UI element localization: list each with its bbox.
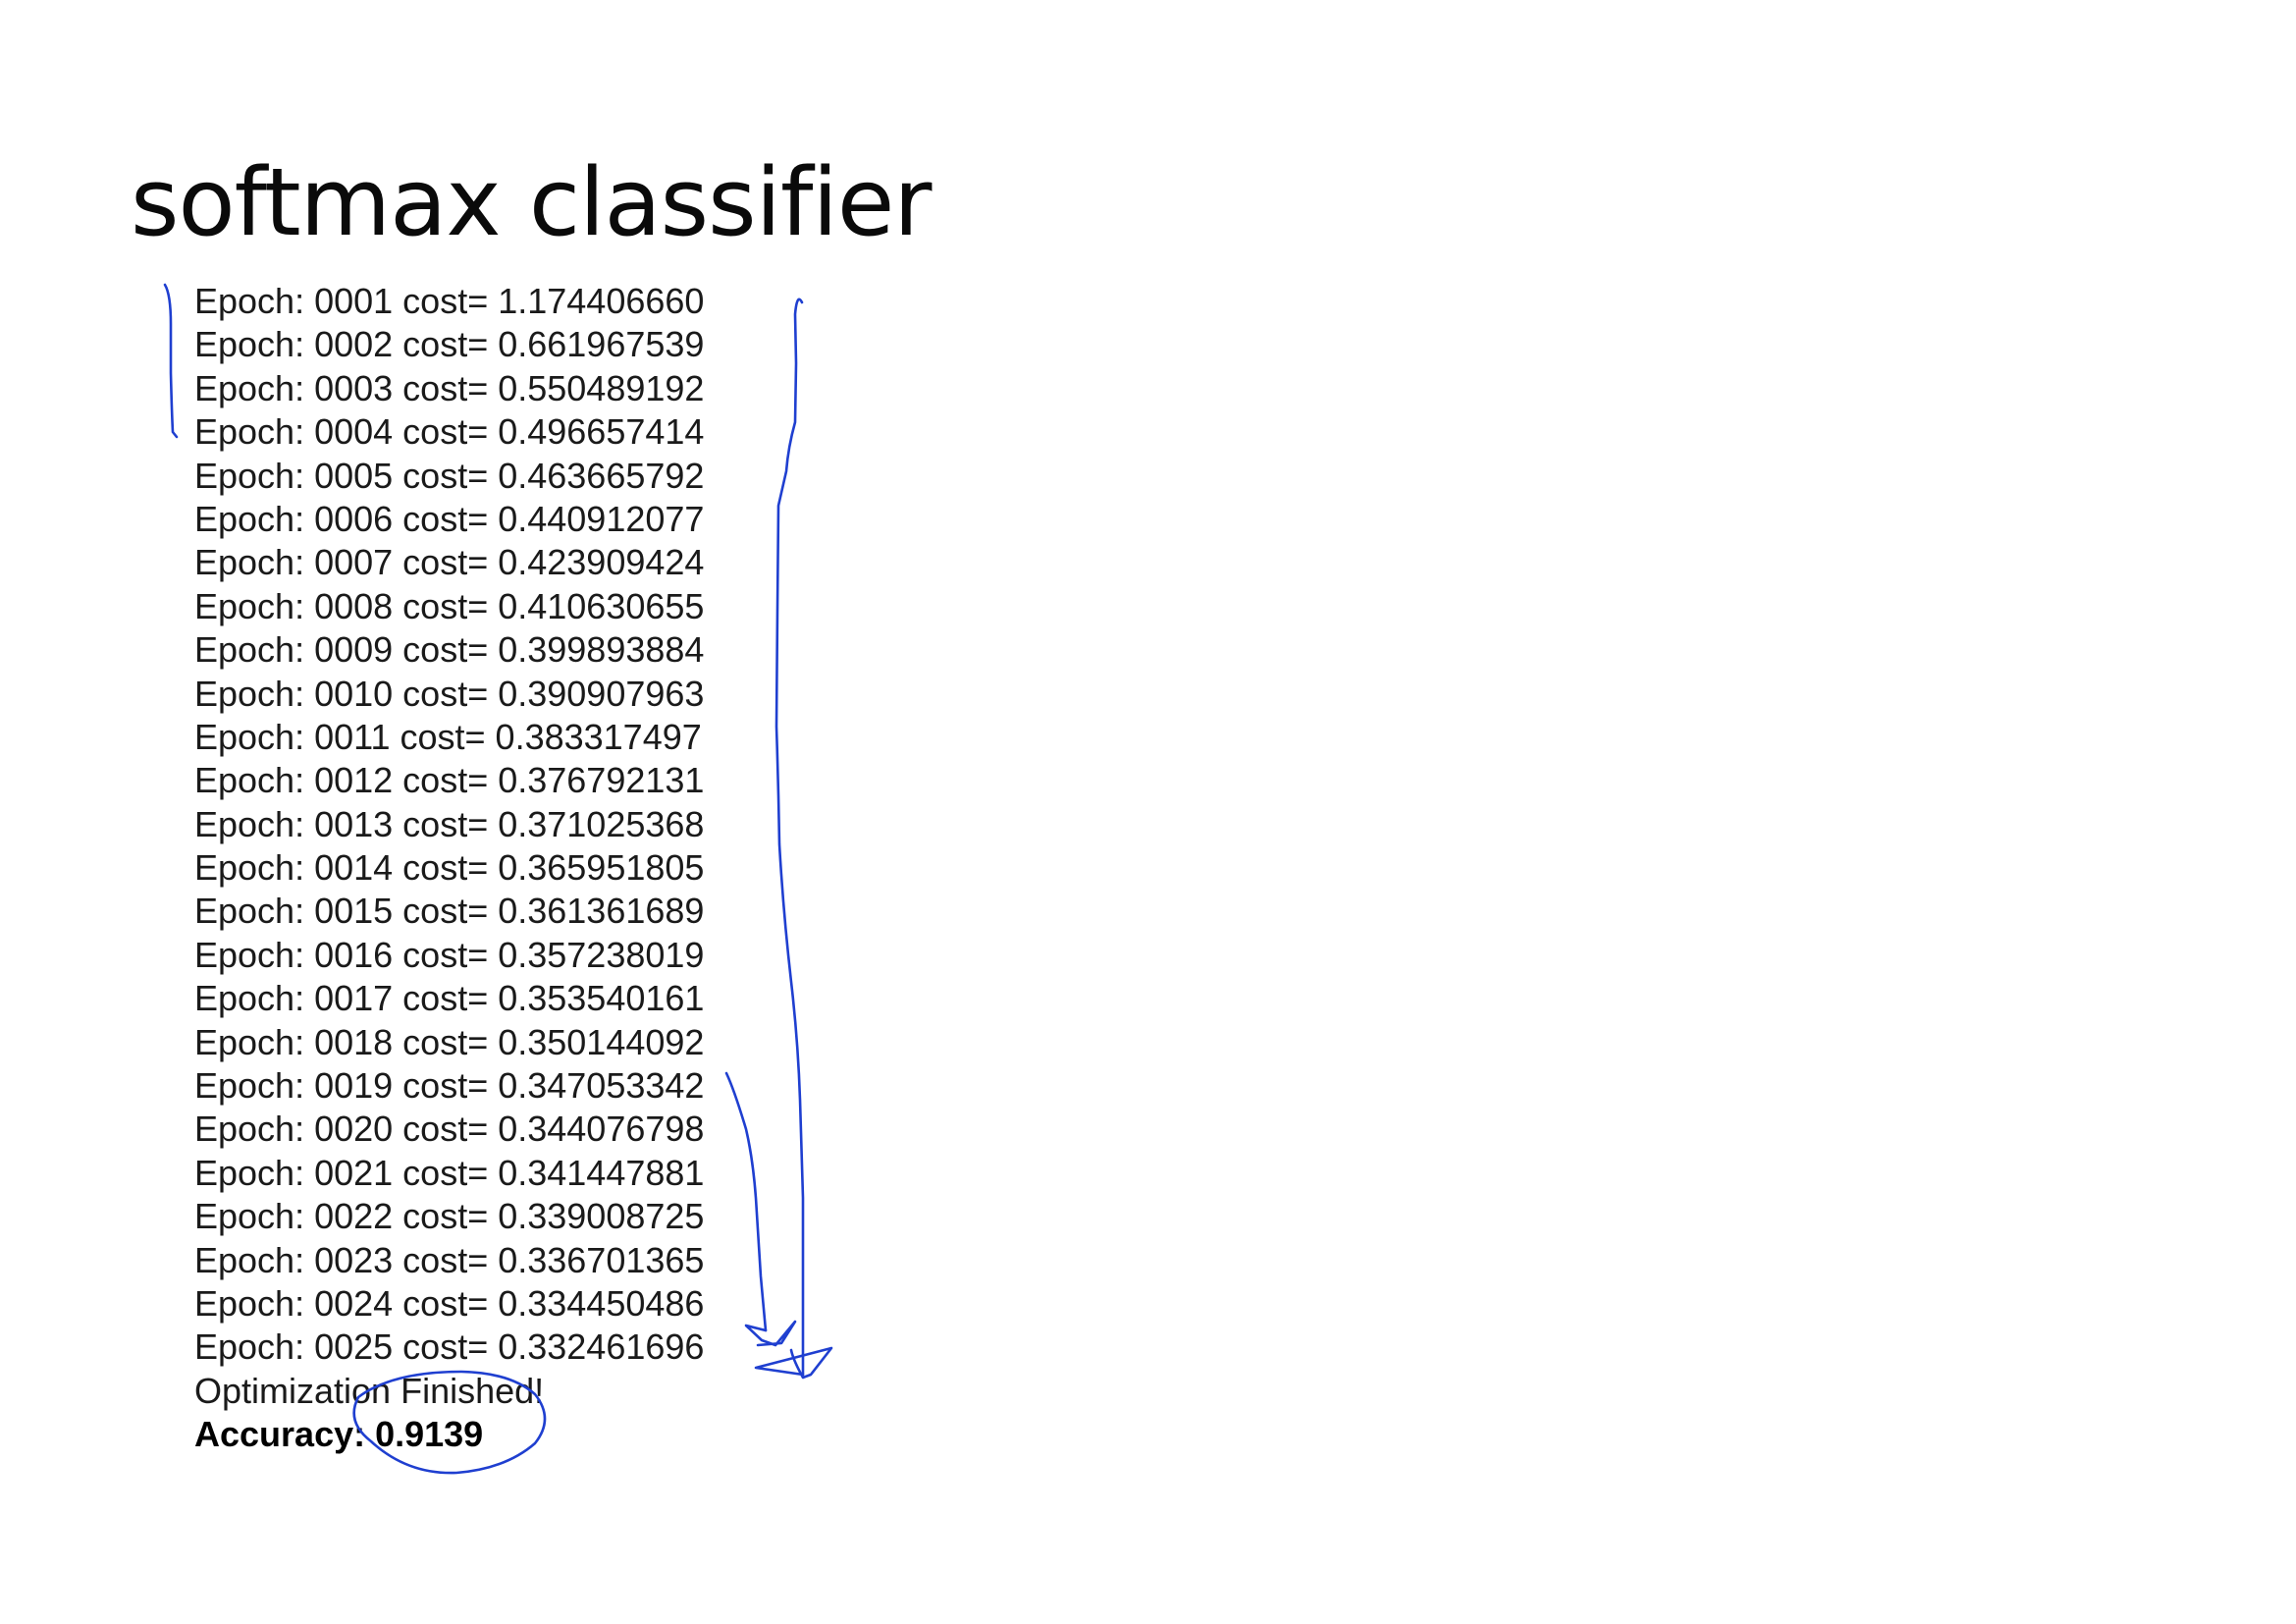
epoch-line-0015: Epoch: 0015 cost= 0.361361689 [194,891,705,932]
epoch-line-0001: Epoch: 0001 cost= 1.174406660 [194,281,705,321]
epoch-line-0005: Epoch: 0005 cost= 0.463665792 [194,455,705,496]
slide-title: softmax classifier [131,149,932,257]
accuracy-result: Accuracy: 0.9139 [194,1414,484,1455]
training-log: Epoch: 0001 cost= 1.174406660 Epoch: 000… [194,280,704,1457]
epoch-line-0017: Epoch: 0017 cost= 0.353540161 [194,978,705,1019]
epoch-line-0023: Epoch: 0023 cost= 0.336701365 [194,1239,705,1280]
epoch-line-0024: Epoch: 0024 cost= 0.334450486 [194,1282,705,1324]
long-downward-arrow [774,298,805,1377]
epoch-line-0009: Epoch: 0009 cost= 0.399893884 [194,629,705,671]
epoch-line-0008: Epoch: 0008 cost= 0.410630655 [194,585,705,626]
epoch-line-0013: Epoch: 0013 cost= 0.371025368 [194,803,705,844]
epoch-line-0016: Epoch: 0016 cost= 0.357238019 [194,934,705,975]
epoch-line-0021: Epoch: 0021 cost= 0.341447881 [194,1152,705,1193]
epoch-line-0010: Epoch: 0010 cost= 0.390907963 [194,673,705,714]
epoch-line-0006: Epoch: 0006 cost= 0.440912077 [194,498,705,539]
epoch-line-0022: Epoch: 0022 cost= 0.339008725 [194,1196,705,1237]
epoch-line-0012: Epoch: 0012 cost= 0.376792131 [194,760,705,801]
first-epochs-bracket [163,283,179,439]
long-arrow-head [754,1346,833,1380]
epoch-line-0011: Epoch: 0011 cost= 0.383317497 [194,716,702,757]
epoch-line-0025: Epoch: 0025 cost= 0.332461696 [194,1326,705,1368]
epoch-line-0007: Epoch: 0007 cost= 0.423909424 [194,542,705,583]
short-downward-arrow [724,1071,768,1332]
epoch-line-0018: Epoch: 0018 cost= 0.350144092 [194,1021,705,1062]
epoch-line-0002: Epoch: 0002 cost= 0.661967539 [194,324,705,365]
epoch-line-0003: Epoch: 0003 cost= 0.550489192 [194,367,705,408]
epoch-line-0019: Epoch: 0019 cost= 0.347053342 [194,1065,705,1107]
epoch-line-0014: Epoch: 0014 cost= 0.365951805 [194,847,705,889]
epoch-line-0004: Epoch: 0004 cost= 0.496657414 [194,411,705,453]
optimization-finished-message: Optimization Finished! [194,1370,545,1411]
epoch-line-0020: Epoch: 0020 cost= 0.344076798 [194,1109,705,1150]
short-arrow-head [744,1320,797,1347]
